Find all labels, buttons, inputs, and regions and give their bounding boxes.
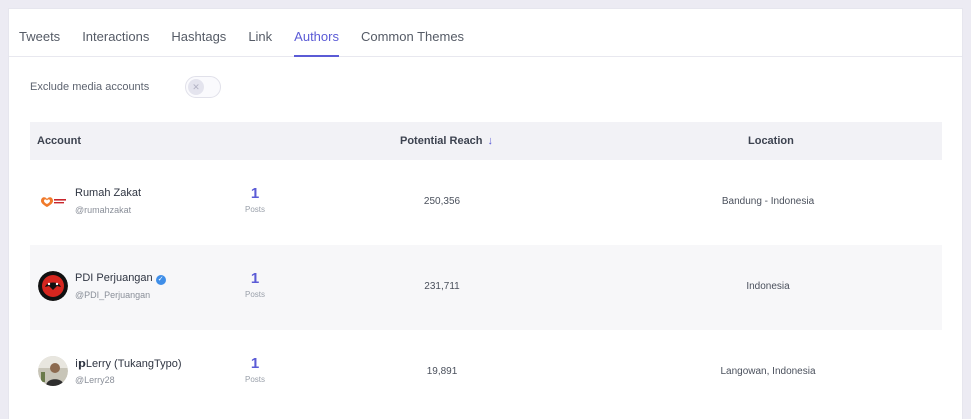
posts-label: Posts — [244, 375, 265, 384]
tab-tweets[interactable]: Tweets — [19, 29, 71, 56]
posts-count[interactable]: 1 — [248, 270, 262, 287]
lerry-avatar[interactable] — [38, 356, 68, 386]
posts-count[interactable]: 1 — [248, 355, 262, 372]
authors-panel: Tweets Interactions Hashtags Link Author… — [8, 8, 963, 419]
table-header: Account Potential Reach ↓ Location — [30, 122, 942, 160]
column-header-location: Location — [748, 135, 794, 147]
arrow-down-icon[interactable]: ↓ — [488, 135, 494, 147]
account-handle[interactable]: @rumahzakat — [75, 205, 131, 215]
table-row: 𝗂𝗽Lerry (TukangTypo) @Lerry28 1 Posts 19… — [30, 330, 942, 415]
posts-count[interactable]: 1 — [248, 185, 262, 202]
exclude-media-label: Exclude media accounts — [30, 81, 150, 93]
location-value: Bandung - Indonesia — [721, 196, 815, 207]
column-header-potential-reach-label: Potential Reach — [400, 135, 483, 147]
table-row: Rumah Zakat @rumahzakat 1 Posts 250,356 … — [30, 160, 942, 245]
column-header-account: Account — [37, 135, 81, 147]
location-value: Indonesia — [746, 281, 790, 292]
tab-bar: Tweets Interactions Hashtags Link Author… — [9, 9, 962, 57]
toggle-off-icon: ✕ — [188, 79, 204, 95]
tab-authors[interactable]: Authors — [283, 29, 350, 57]
tab-common-themes[interactable]: Common Themes — [350, 29, 475, 56]
exclude-media-toggle[interactable]: ✕ — [185, 76, 221, 98]
pdi-perjuangan-avatar[interactable] — [38, 271, 68, 301]
potential-reach-value: 19,891 — [426, 366, 458, 377]
account-handle[interactable]: @Lerry28 — [75, 375, 115, 385]
account-name[interactable]: PDI Perjuangan ✓ — [75, 272, 166, 285]
potential-reach-value: 250,356 — [423, 196, 461, 207]
exclude-media-filter: Exclude media accounts ✕ — [30, 76, 221, 98]
account-name[interactable]: Rumah Zakat — [75, 187, 141, 199]
rumah-zakat-logo[interactable] — [38, 186, 68, 216]
table-row: PDI Perjuangan ✓ @PDI_Perjuangan 1 Posts … — [30, 245, 942, 330]
location-value: Langowan, Indonesia — [720, 366, 816, 377]
tab-interactions[interactable]: Interactions — [71, 29, 160, 56]
potential-reach-value: 231,711 — [424, 281, 460, 292]
account-handle[interactable]: @PDI_Perjuangan — [75, 290, 150, 300]
tab-link[interactable]: Link — [237, 29, 283, 56]
tab-hashtags[interactable]: Hashtags — [160, 29, 237, 56]
column-header-potential-reach[interactable]: Potential Reach ↓ — [400, 135, 493, 147]
posts-label: Posts — [244, 205, 265, 214]
account-name[interactable]: 𝗂𝗽Lerry (TukangTypo) — [75, 357, 182, 370]
account-name-text: PDI Perjuangan — [75, 272, 153, 284]
verified-badge-icon: ✓ — [155, 275, 166, 285]
posts-label: Posts — [244, 290, 265, 299]
